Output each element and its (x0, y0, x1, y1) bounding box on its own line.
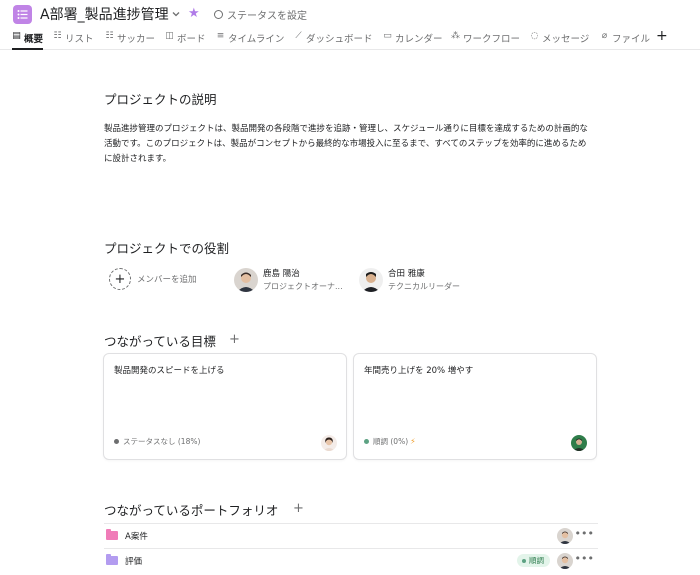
member-role: プロジェクトオーナ... (263, 282, 343, 291)
tab-bar: ▤ 概要 ☷ リスト ☷ サッカー ◫ ボード ≡ タイムライン ⟋ ダッシュボード ▭ カレ… (0, 28, 700, 50)
tab-label: サッカー (117, 34, 156, 45)
chevron-down-icon[interactable] (170, 8, 182, 20)
member-owner[interactable]: 鹿島 陽治 プロジェクトオーナ... (234, 267, 343, 292)
list-icon: ☷ (105, 31, 114, 41)
tab-timeline[interactable]: ≡ タイムライン (216, 31, 285, 50)
project-description[interactable]: 製品進捗管理のプロジェクトは、製品開発の各段階で進捗を追跡・管理し、スケジュール… (104, 122, 594, 167)
avatar (557, 553, 573, 569)
tab-label: ボード (177, 34, 206, 45)
member-tech-lead[interactable]: 合田 雅康 テクニカルリーダー (359, 267, 460, 292)
member-name: 鹿島 陽治 (263, 269, 300, 279)
portfolio-row[interactable]: A案件 ••• (104, 523, 598, 547)
description-heading: プロジェクトの説明 (104, 92, 217, 107)
folder-icon (106, 529, 118, 540)
add-tab-plus-icon[interactable]: + (656, 29, 668, 43)
add-goal-plus-icon[interactable]: + (229, 333, 240, 346)
avatar (571, 435, 587, 451)
portfolio-name: A案件 (125, 532, 148, 542)
add-member-button[interactable]: + メンバーを追加 (109, 268, 197, 290)
tab-dashboard[interactable]: ⟋ ダッシュボード (294, 31, 373, 50)
tab-label: ワークフロー (463, 34, 521, 45)
more-options-icon[interactable]: ••• (575, 527, 594, 540)
list-lines-icon (17, 10, 28, 19)
tab-label: リスト (65, 34, 94, 45)
tab-list[interactable]: ☷ リスト (53, 31, 94, 50)
add-portfolio-plus-icon[interactable]: + (293, 502, 304, 515)
project-title[interactable]: A部署_製品進捗管理 (40, 4, 169, 24)
goal-status-label: ステータスなし (18%) (123, 437, 201, 446)
list-icon: ☷ (53, 31, 62, 41)
paperclip-icon: ⌀ (601, 31, 608, 41)
timeline-icon: ≡ (216, 31, 225, 41)
tab-label: タイムライン (228, 34, 285, 45)
goal-card[interactable]: 年間売り上げを 20% 増やす 順調 (0%) ⚡ (353, 353, 597, 460)
workflow-icon: ⁂ (451, 31, 460, 41)
tab-calendar[interactable]: ▭ カレンダー (383, 31, 443, 50)
tab-messages[interactable]: ◌ メッセージ (530, 31, 590, 50)
project-header: A部署_製品進捗管理 ★ ステータスを設定 (0, 0, 700, 28)
portfolios-heading: つながっているポートフォリオ (104, 503, 279, 518)
status-dot-icon (522, 558, 526, 563)
goal-title: 年間売り上げを 20% 増やす (364, 366, 474, 376)
lightning-icon: ⚡ (410, 437, 416, 446)
avatar (359, 267, 383, 292)
portfolio-row[interactable]: 評価 順調 ••• (104, 548, 598, 572)
folder-icon (106, 554, 118, 565)
status-dot-icon (364, 439, 369, 444)
goals-heading: つながっている目標 (104, 334, 216, 349)
avatar (557, 528, 573, 544)
project-list-icon[interactable] (13, 5, 32, 24)
tab-workflow[interactable]: ⁂ ワークフロー (451, 31, 520, 50)
goal-title: 製品開発のスピードを上げる (114, 366, 225, 376)
tab-soccer[interactable]: ☷ サッカー (105, 31, 155, 50)
tab-board[interactable]: ◫ ボード (165, 31, 206, 50)
goal-card[interactable]: 製品開発のスピードを上げる ステータスなし (18%) (103, 353, 347, 460)
calendar-icon: ▭ (383, 31, 392, 41)
avatar (234, 267, 258, 292)
goal-status: ステータスなし (18%) (114, 436, 200, 447)
plus-icon: + (109, 268, 131, 290)
status-badge-label: 順調 (529, 556, 544, 565)
status-dot-icon (114, 439, 119, 444)
set-status-label: ステータスを設定 (227, 11, 307, 22)
avatar (321, 435, 337, 451)
set-status-button[interactable]: ステータスを設定 (214, 7, 307, 22)
tab-files[interactable]: ⌀ ファイル (600, 31, 650, 50)
add-member-label: メンバーを追加 (137, 275, 197, 285)
tab-label: ダッシュボード (306, 34, 373, 45)
roles-heading: プロジェクトでの役割 (104, 241, 230, 256)
member-name: 合田 雅康 (388, 269, 425, 279)
status-circle-icon (214, 10, 223, 19)
goal-status: 順調 (0%) ⚡ (364, 436, 416, 447)
clipboard-icon: ▤ (12, 31, 21, 41)
tab-label: ファイル (612, 34, 651, 45)
message-icon: ◌ (530, 31, 539, 41)
tab-overview[interactable]: ▤ 概要 (12, 31, 44, 50)
star-icon[interactable]: ★ (188, 7, 200, 20)
tab-label: メッセージ (542, 34, 590, 45)
status-badge: 順調 (517, 554, 550, 567)
goal-status-label: 順調 (0%) (373, 437, 409, 446)
dashboard-icon: ⟋ (295, 31, 302, 41)
member-role: テクニカルリーダー (388, 282, 460, 291)
portfolio-name: 評価 (125, 557, 143, 567)
board-icon: ◫ (165, 31, 174, 41)
tab-label: 概要 (24, 34, 44, 45)
more-options-icon[interactable]: ••• (575, 552, 594, 565)
tab-label: カレンダー (395, 34, 443, 45)
